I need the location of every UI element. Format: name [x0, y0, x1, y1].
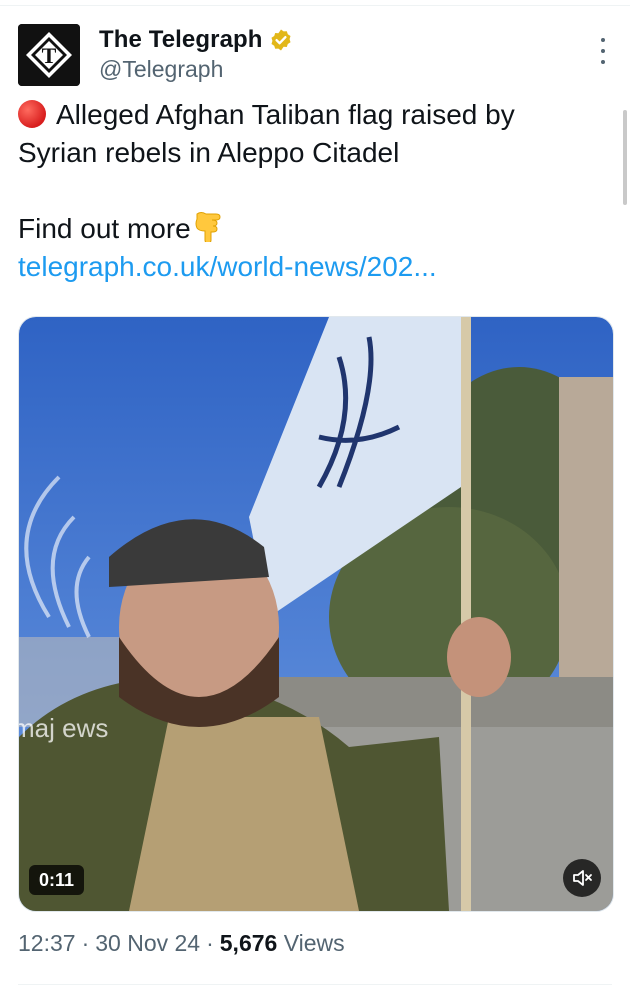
views-count: 5,676: [219, 930, 278, 956]
tweet-line-2: Syrian rebels in Aleppo Citadel: [18, 137, 400, 168]
avatar[interactable]: T: [18, 24, 80, 86]
pointing-down-emoji-icon: [195, 212, 221, 242]
tweet-body: Alleged Afghan Taliban flag raised by Sy…: [18, 96, 610, 286]
article-link[interactable]: telegraph.co.uk/world-news/202...: [18, 251, 437, 282]
separator: ·: [206, 930, 214, 956]
more-options-icon[interactable]: [598, 38, 608, 64]
separator: ·: [81, 930, 90, 956]
speaker-muted-icon[interactable]: [563, 859, 601, 897]
scrollbar[interactable]: [623, 110, 627, 205]
author-handle[interactable]: @Telegraph: [99, 56, 293, 83]
video-thumbnail: [19, 317, 613, 911]
views-label: Views: [283, 930, 345, 956]
author-block: The Telegraph @Telegraph: [99, 24, 293, 83]
tweet-date[interactable]: 30 Nov 24: [95, 930, 200, 956]
tweet-line-3: Find out more: [18, 210, 610, 248]
tweet-time[interactable]: 12:37: [18, 930, 76, 956]
tweet-line-1: Alleged Afghan Taliban flag raised by: [18, 96, 610, 134]
tweet-page: T The Telegraph @Telegraph Alleged Afgha…: [0, 0, 630, 1000]
verified-badge-icon: [271, 29, 291, 51]
svg-text:T: T: [42, 43, 57, 68]
display-name[interactable]: The Telegraph: [99, 26, 263, 54]
bottom-divider: [18, 984, 612, 985]
video-watermark: maj ews: [18, 713, 109, 743]
video-duration: 0:11: [29, 865, 85, 895]
tweet-header: T The Telegraph @Telegraph: [18, 24, 612, 88]
top-divider: [0, 5, 630, 6]
video-player[interactable]: maj ews 0:11: [18, 316, 614, 912]
telegraph-logo-icon: T: [18, 24, 80, 86]
tweet-meta: 12:37 · 30 Nov 24 · 5,676 Views: [18, 930, 345, 957]
red-circle-emoji-icon: [18, 100, 46, 128]
